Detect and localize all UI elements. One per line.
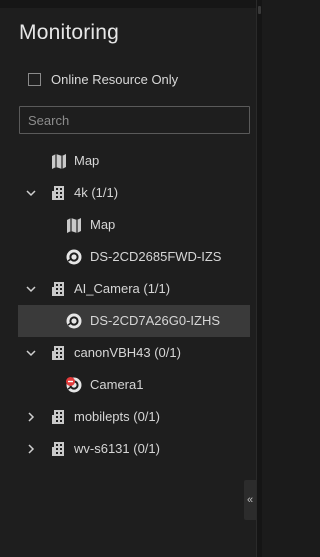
camera-icon [65, 312, 83, 330]
tree-row[interactable]: mobilepts (0/1) [0, 401, 256, 433]
tree-row[interactable]: Camera1 [0, 369, 256, 401]
tree-row[interactable]: DS-2CD2685FWD-IZS [0, 241, 256, 273]
tree-row-label: Map [74, 153, 100, 168]
building-icon [50, 440, 68, 458]
tree-row-label: wv-s6131 (0/1) [74, 441, 160, 456]
tree-row[interactable]: AI_Camera (1/1) [0, 273, 256, 305]
building-icon [50, 280, 68, 298]
map-icon [50, 152, 68, 170]
online-only-label: Online Resource Only [51, 72, 179, 87]
tree-row-label: Camera1 [90, 377, 144, 392]
tree-row-label: mobilepts (0/1) [74, 409, 160, 424]
tree-row[interactable]: wv-s6131 (0/1) [0, 433, 256, 465]
collapse-panel-button[interactable]: « [244, 480, 256, 520]
panel-right-edge [256, 0, 262, 557]
double-chevron-left-icon: « [246, 494, 254, 506]
building-icon [50, 184, 68, 202]
panel-title: Monitoring [19, 21, 120, 44]
chevron-down-icon[interactable] [26, 188, 36, 198]
building-icon [50, 408, 68, 426]
tree-row-label: DS-2CD7A26G0-IZHS [90, 313, 221, 328]
search-input[interactable] [20, 107, 249, 133]
search-box[interactable] [19, 106, 250, 134]
online-resource-only-filter[interactable]: Online Resource Only [28, 72, 178, 87]
map-icon [65, 216, 83, 234]
camera-icon [65, 248, 83, 266]
chevron-right-icon[interactable] [26, 412, 36, 422]
chevron-down-icon[interactable] [26, 348, 36, 358]
edge-thumb [258, 6, 261, 14]
monitoring-panel: Monitoring Online Resource Only Map 4k (1… [0, 0, 262, 557]
online-only-checkbox[interactable] [28, 73, 41, 86]
building-icon [50, 344, 68, 362]
camera-offline-icon [65, 376, 83, 394]
tree-row[interactable]: Map [0, 145, 256, 177]
chevron-down-icon[interactable] [26, 284, 36, 294]
tree-row-label: 4k (1/1) [74, 185, 119, 200]
chevron-right-icon[interactable] [26, 444, 36, 454]
tree-row[interactable]: 4k (1/1) [0, 177, 256, 209]
tree-row[interactable]: canonVBH43 (0/1) [0, 337, 256, 369]
tree-row[interactable]: DS-2CD7A26G0-IZHS [18, 305, 250, 337]
tree-row-label: DS-2CD2685FWD-IZS [90, 249, 222, 264]
tree-row-label: AI_Camera (1/1) [74, 281, 171, 296]
top-strip [0, 0, 262, 8]
tree-row-label: Map [90, 217, 116, 232]
tree-row[interactable]: Map [0, 209, 256, 241]
tree-row-label: canonVBH43 (0/1) [74, 345, 181, 360]
